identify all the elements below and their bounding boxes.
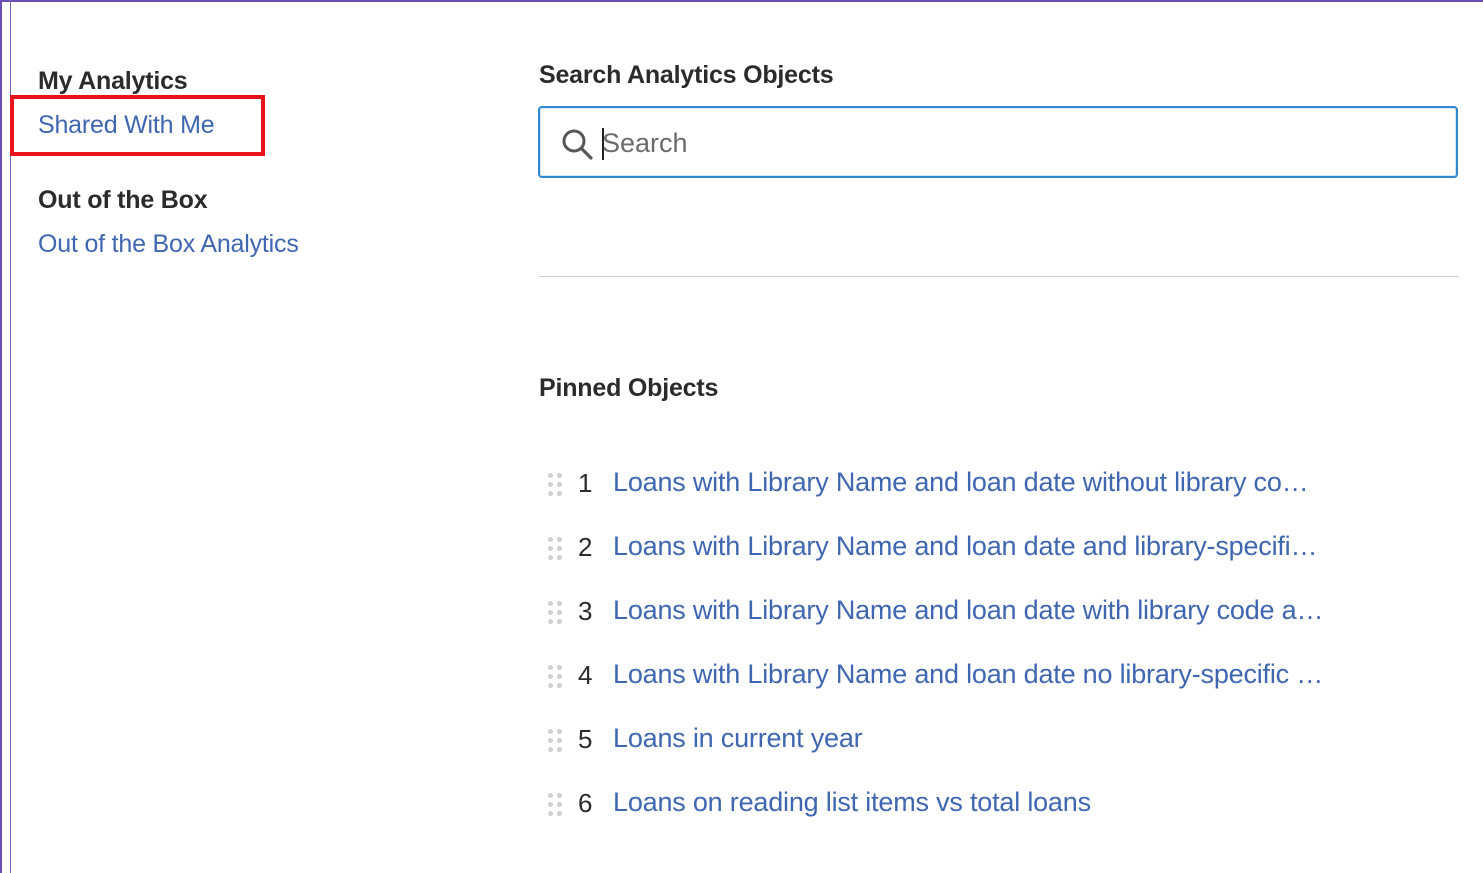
pinned-item-link[interactable]: Loans on reading list items vs total loa… — [613, 787, 1091, 818]
pinned-item-number: 4 — [578, 660, 593, 690]
search-icon — [562, 129, 593, 160]
section-divider — [539, 276, 1459, 277]
pinned-item-link[interactable]: Loans with Library Name and loan date wi… — [613, 467, 1309, 498]
pinned-item: 2 Loans with Library Name and loan date … — [540, 516, 1440, 580]
my-analytics-heading: My Analytics — [38, 67, 188, 95]
pinned-item: 4 Loans with Library Name and loan date … — [540, 644, 1440, 708]
pinned-item-number: 3 — [578, 596, 593, 626]
pinned-item-number: 1 — [578, 468, 593, 498]
pinned-item-number: 5 — [578, 724, 593, 754]
drag-handle-icon[interactable] — [544, 598, 564, 626]
text-caret — [602, 128, 604, 160]
out-of-the-box-analytics-link[interactable]: Out of the Box Analytics — [38, 230, 299, 259]
drag-handle-icon[interactable] — [544, 534, 564, 562]
search-field[interactable] — [538, 106, 1458, 178]
pinned-item-number: 2 — [578, 532, 593, 562]
pinned-item-number: 6 — [578, 788, 593, 818]
pinned-item-link[interactable]: Loans in current year — [613, 723, 863, 754]
pinned-item: 6 Loans on reading list items vs total l… — [540, 772, 1440, 836]
drag-handle-icon[interactable] — [544, 790, 564, 818]
drag-handle-icon[interactable] — [544, 726, 564, 754]
search-input[interactable] — [602, 124, 1422, 162]
drag-handle-icon[interactable] — [544, 662, 564, 690]
pinned-item: 1 Loans with Library Name and loan date … — [540, 452, 1440, 516]
pinned-item: 5 Loans in current year — [540, 708, 1440, 772]
pinned-objects-heading: Pinned Objects — [539, 374, 719, 402]
highlight-annotation — [10, 95, 265, 156]
search-heading: Search Analytics Objects — [539, 61, 834, 89]
out-of-the-box-heading: Out of the Box — [38, 186, 208, 214]
pinned-item-link[interactable]: Loans with Library Name and loan date wi… — [613, 595, 1323, 626]
pinned-item: 3 Loans with Library Name and loan date … — [540, 580, 1440, 644]
pinned-item-link[interactable]: Loans with Library Name and loan date no… — [613, 659, 1323, 690]
pinned-item-link[interactable]: Loans with Library Name and loan date an… — [613, 531, 1317, 562]
drag-handle-icon[interactable] — [544, 470, 564, 498]
